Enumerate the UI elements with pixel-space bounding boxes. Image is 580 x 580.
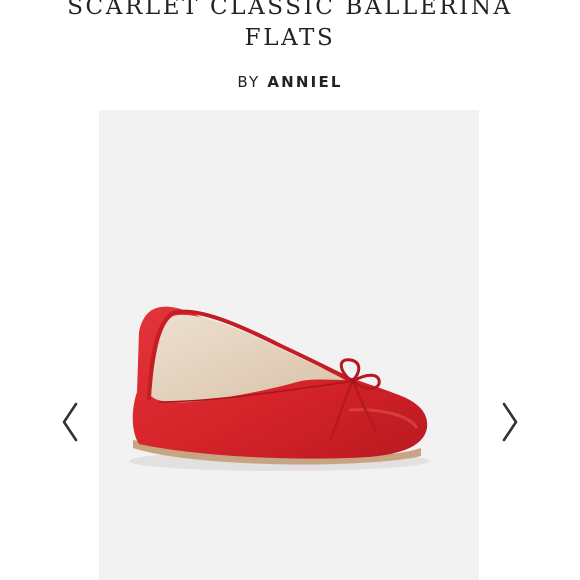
product-title-line-2: FLATS (244, 25, 336, 51)
brand-name-link[interactable]: ANNIEL (267, 73, 342, 91)
ballerina-flat-shoe-image (129, 306, 429, 471)
byline-prefix: BY (237, 73, 261, 91)
carousel-prev-button[interactable] (58, 400, 82, 444)
carousel-next-button[interactable] (498, 400, 522, 444)
chevron-left-icon (62, 402, 78, 442)
product-title-line-1: SCARLET CLASSIC BALLERINA (67, 0, 513, 20)
product-title: SCARLET CLASSIC BALLERINA FLATS (0, 0, 580, 54)
chevron-right-icon (502, 402, 518, 442)
brand-byline: BY ANNIEL (0, 73, 580, 91)
product-image (99, 110, 479, 580)
product-listing-page: SCARLET CLASSIC BALLERINA FLATS BY ANNIE… (0, 0, 580, 580)
